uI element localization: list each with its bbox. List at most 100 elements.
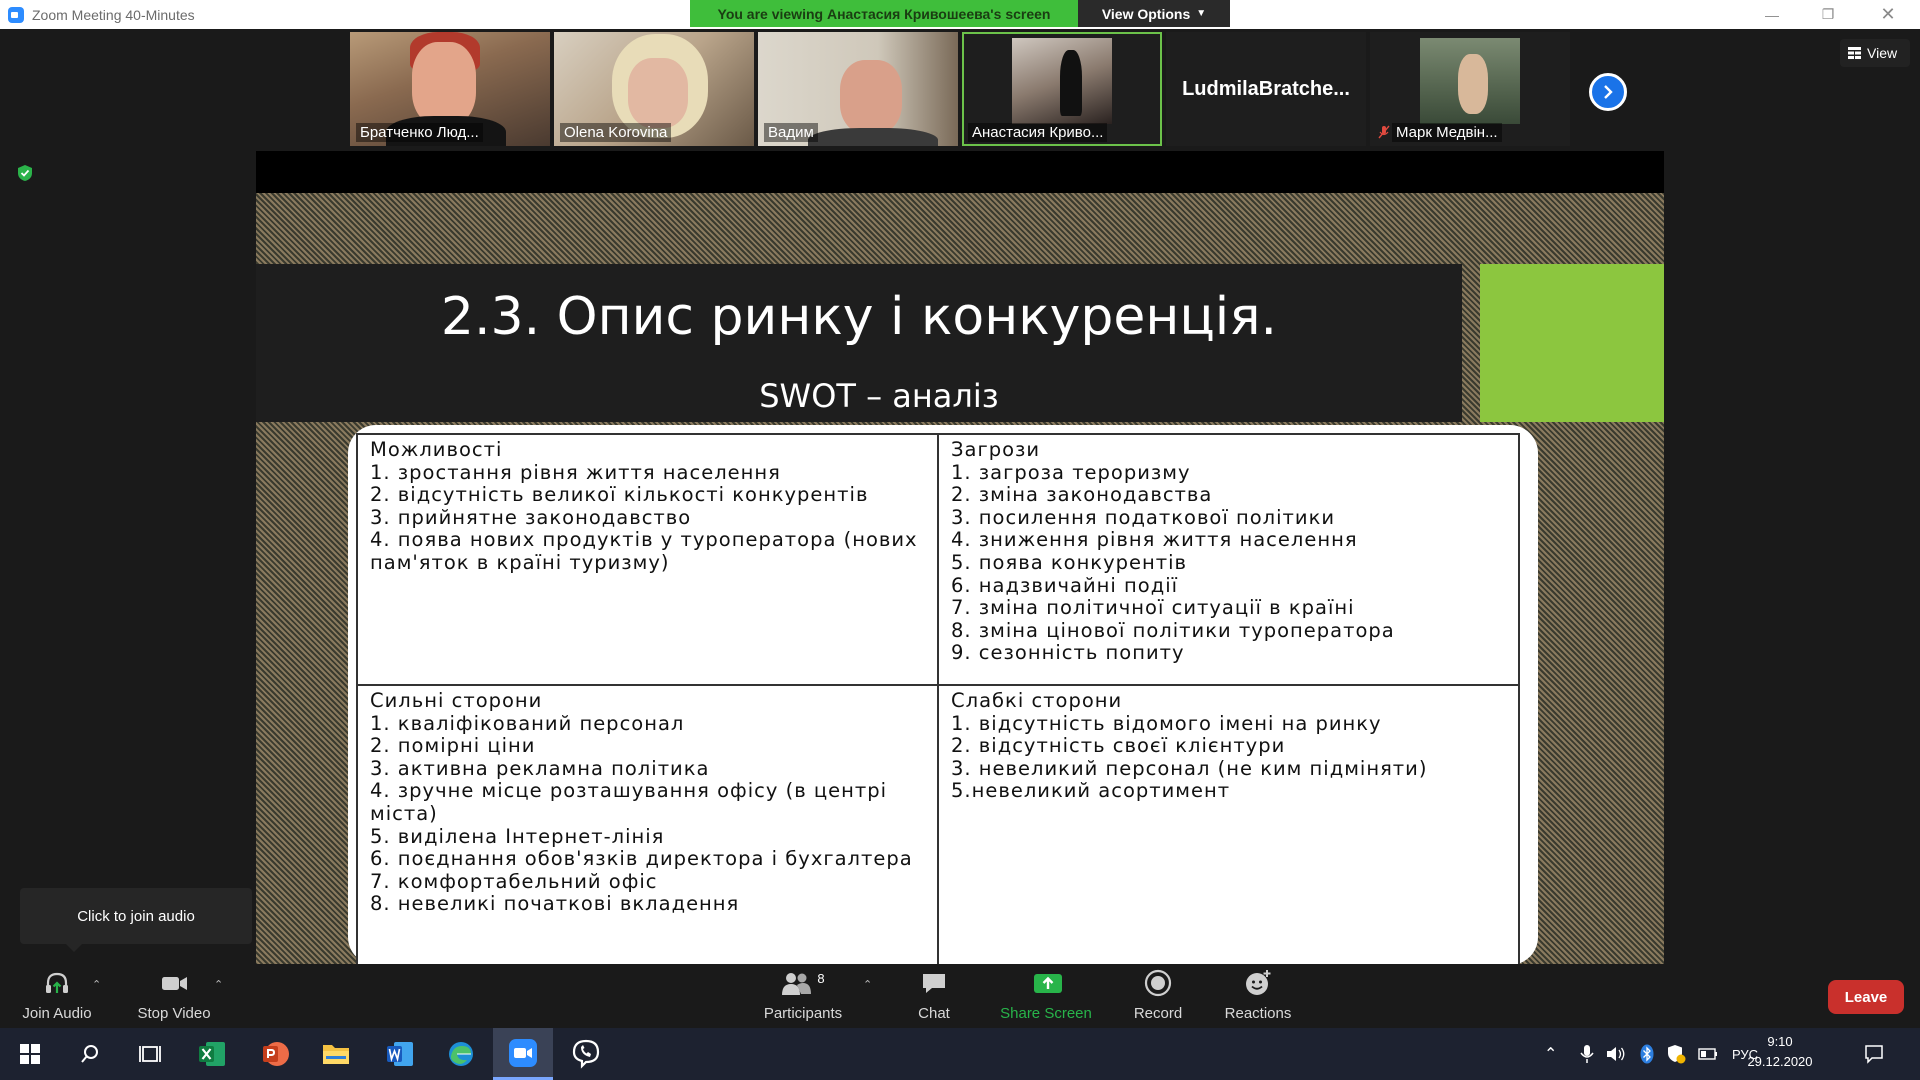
participants-count: 8 — [817, 971, 825, 986]
join-audio-label: Join Audio — [22, 1005, 92, 1022]
next-page-button[interactable] — [1589, 73, 1627, 111]
minimize-icon: — — [1765, 6, 1779, 23]
record-button[interactable]: Record — [1126, 964, 1190, 1028]
participant-name-tile[interactable]: LudmilaBratche... — [1166, 32, 1366, 146]
list-item: 6. надзвичайні події — [951, 573, 1179, 597]
bluetooth-tray-icon[interactable] — [1640, 1028, 1654, 1080]
minimize-button[interactable]: — — [1744, 0, 1800, 29]
notifications-button[interactable] — [1864, 1028, 1884, 1080]
restore-icon: ❐ — [1821, 6, 1835, 22]
window-title: Zoom Meeting 40-Minutes — [32, 6, 195, 23]
swot-table: Можливості 1. зростання рівня життя насе… — [356, 433, 1520, 965]
list-item: 4. зручне місце розташування офісу (в це… — [370, 779, 888, 825]
taskbar-edge[interactable] — [431, 1028, 491, 1080]
participants-options-caret-icon[interactable]: ⌃ — [863, 978, 872, 991]
taskbar-zoom[interactable] — [493, 1028, 553, 1080]
battery-tray-icon[interactable] — [1698, 1028, 1718, 1080]
taskbar-viber[interactable] — [556, 1028, 616, 1080]
swot-weaknesses-cell: Слабкі сторони 1. відсутність відомого і… — [937, 684, 1520, 965]
list-item: 7. зміна політичної ситуації в країні — [951, 596, 1355, 620]
grid-view-icon — [1848, 47, 1861, 59]
share-screen-label: Share Screen — [1000, 1005, 1092, 1022]
notification-center-icon — [1865, 1045, 1883, 1064]
participant-name: Братченко Люд... — [356, 123, 483, 142]
chat-icon — [923, 974, 945, 993]
speaker-icon — [1607, 1047, 1625, 1061]
microphone-tray-icon[interactable] — [1580, 1028, 1594, 1080]
list-item: 4. зниження рівня життя населення — [951, 528, 1358, 552]
screen-share-banner: You are viewing Анастасия Кривошеева's s… — [690, 0, 1078, 27]
swot-opportunities-cell: Можливості 1. зростання рівня життя насе… — [356, 433, 939, 686]
reactions-button[interactable]: Reactions — [1218, 964, 1298, 1028]
taskbar-file-explorer[interactable] — [306, 1028, 366, 1080]
edge-browser-icon — [449, 1042, 473, 1066]
participant-video-tile[interactable]: Братченко Люд... — [350, 32, 550, 146]
defender-shield-icon — [1668, 1045, 1686, 1064]
swot-strengths-cell: Сильні сторони 1. кваліфікований персона… — [356, 684, 939, 965]
close-button[interactable]: ✕ — [1860, 0, 1916, 29]
stop-video-label: Stop Video — [137, 1005, 211, 1022]
chevron-down-icon: ▼ — [1196, 8, 1207, 19]
list-item: 5. виділена Інтернет-лінія — [370, 824, 665, 848]
video-options-caret-icon[interactable]: ⌃ — [214, 978, 223, 991]
participants-button[interactable]: 8 Participants — [752, 964, 854, 1028]
restore-button[interactable]: ❐ — [1800, 0, 1856, 29]
chevron-right-icon — [1604, 85, 1613, 99]
microphone-icon — [1580, 1045, 1594, 1063]
video-person-face — [412, 42, 476, 126]
participant-name: LudmilaBratche... — [1182, 77, 1350, 100]
leave-button[interactable]: Leave — [1828, 980, 1904, 1014]
battery-icon — [1698, 1048, 1717, 1060]
taskbar-clock[interactable]: 9:10 29.12.2020 — [1744, 1032, 1816, 1072]
audio-options-caret-icon[interactable]: ⌃ — [92, 978, 101, 991]
volume-tray-icon[interactable] — [1606, 1028, 1626, 1080]
taskbar-excel[interactable] — [182, 1028, 242, 1080]
record-label: Record — [1133, 1005, 1183, 1022]
view-options-label: View Options — [1101, 5, 1191, 22]
start-button[interactable] — [0, 1028, 60, 1080]
participant-video-tile[interactable]: Вадим — [758, 32, 958, 146]
view-options-button[interactable]: View Options ▼ — [1078, 0, 1230, 27]
encryption-shield-icon[interactable] — [16, 164, 34, 182]
search-button[interactable] — [60, 1028, 120, 1080]
taskbar-word[interactable] — [370, 1028, 430, 1080]
reactions-icon — [1246, 970, 1271, 995]
participant-video-tile[interactable]: Марк Медвін... — [1370, 32, 1570, 146]
task-view-button[interactable] — [120, 1028, 180, 1080]
share-screen-icon — [1034, 974, 1062, 993]
list-item: 3. прийнятне законодавство — [370, 505, 692, 529]
headphones-icon — [46, 972, 68, 993]
list-item: 3. посилення податкової політики — [951, 505, 1336, 529]
list-item: 1. відсутність відомого імені на ринку — [951, 711, 1382, 735]
list-item: 4. поява нових продуктів у туроператора … — [370, 528, 918, 574]
participant-video-tile[interactable]: Olena Korovina — [554, 32, 754, 146]
close-icon: ✕ — [1880, 4, 1896, 24]
share-screen-button[interactable]: Share Screen — [996, 964, 1096, 1028]
list-item: 2. відсутність великої кількості конкуре… — [370, 483, 869, 507]
list-item: 1. кваліфікований персонал — [370, 711, 685, 735]
zoom-logo-icon — [8, 6, 24, 23]
search-icon — [81, 1045, 98, 1063]
security-tray-icon[interactable] — [1666, 1028, 1686, 1080]
list-item: 2. відсутність своєї клієнтури — [951, 734, 1286, 758]
participant-name: Анастасия Криво... — [968, 123, 1108, 142]
chat-label: Chat — [918, 1005, 950, 1022]
meeting-toolbar: Join Audio ⌃ Stop Video ⌃ 8 Participants — [0, 964, 1920, 1028]
video-camera-icon — [162, 977, 187, 990]
active-speaker-tile[interactable]: Анастасия Криво... — [962, 32, 1162, 146]
chat-button[interactable]: Chat — [906, 964, 962, 1028]
join-audio-tooltip[interactable]: Click to join audio — [20, 888, 252, 952]
participants-label: Participants — [763, 1005, 843, 1022]
stop-video-button[interactable]: Stop Video — [130, 964, 218, 1028]
reactions-label: Reactions — [1224, 1005, 1292, 1022]
slide-subtitle: SWOT – аналіз — [759, 377, 999, 415]
muted-mic-icon — [1378, 125, 1390, 139]
list-item: 1. зростання рівня життя населення — [370, 460, 781, 484]
list-item: 3. невеликий персонал (не ким підміняти) — [951, 756, 1428, 780]
join-audio-button[interactable]: Join Audio — [14, 964, 100, 1028]
list-item: 8. невеликі початкові вкладення — [370, 892, 740, 916]
show-hidden-icons-button[interactable]: ⌃ — [1544, 1028, 1557, 1080]
taskbar-powerpoint[interactable] — [246, 1028, 306, 1080]
view-button[interactable]: View — [1840, 39, 1910, 67]
list-item: 5. поява конкурентів — [951, 550, 1188, 574]
